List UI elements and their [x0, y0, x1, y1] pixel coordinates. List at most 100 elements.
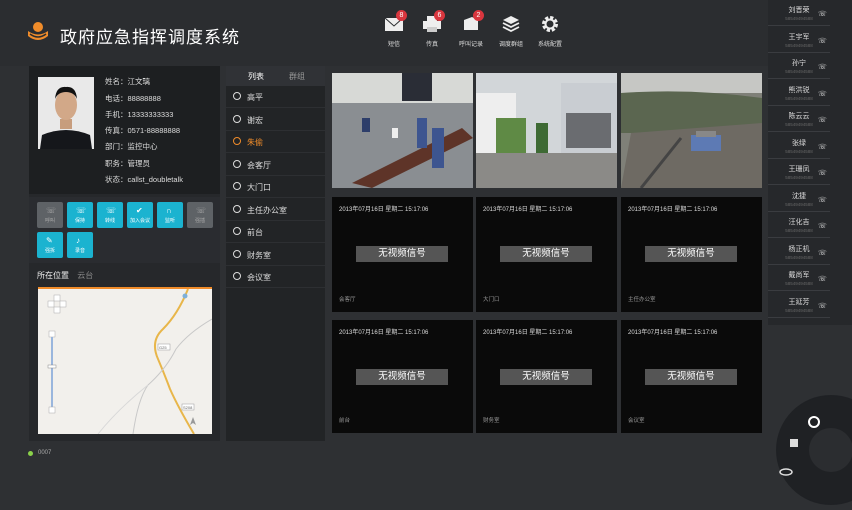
video-location-label: 财务室: [483, 418, 500, 424]
no-signal-label: 无视频信号: [500, 246, 592, 262]
location-map[interactable]: G25 S208: [38, 287, 213, 435]
camera-list-item[interactable]: 主任办公室: [226, 199, 325, 221]
dispatch-group-button[interactable]: 调度群组: [491, 14, 531, 48]
tab-list[interactable]: 列表: [248, 71, 264, 82]
video-tile[interactable]: 2013年07月16日 星期二 15:17:06 无视频信号会客厅: [332, 197, 473, 312]
camera-feed[interactable]: [332, 73, 473, 188]
hold-button[interactable]: ☏ 保持: [67, 202, 93, 228]
dispatch-group-label: 调度群组: [498, 42, 523, 48]
camera-list-item[interactable]: 高平: [226, 86, 325, 108]
phone-call-icon[interactable]: ☏: [818, 302, 827, 310]
video-location-label: 前台: [339, 418, 351, 424]
phone-call-icon[interactable]: ☏: [818, 37, 827, 45]
video-tile[interactable]: 2013年07月16日 星期二 15:17:06 无视频信号 前台: [332, 320, 473, 433]
phone-call-icon[interactable]: ☏: [818, 249, 827, 257]
phone-call-icon[interactable]: ☏: [818, 196, 827, 204]
transfer-button[interactable]: ☏ 转线: [97, 202, 123, 228]
contact-item[interactable]: 戴尚军 58549494588 ☏: [768, 266, 830, 291]
microphone-icon: ♪: [76, 236, 80, 245]
online-dot: [28, 451, 33, 456]
monitor-button[interactable]: ∩ 监听: [157, 202, 183, 228]
call-log-icon: 2: [460, 10, 484, 34]
contact-item[interactable]: 杨正机 58549494588 ☏: [768, 240, 830, 265]
video-tile[interactable]: 2013年07月16日 星期二 15:17:06 无视频信号 主任办公室: [621, 197, 762, 312]
video-tile[interactable]: 2013年07月16日 星期二 15:17:06 无视频信号财务室: [476, 320, 617, 433]
no-signal-label: 无视频信号: [356, 246, 448, 262]
camera-name: 朱偷: [247, 138, 263, 147]
webcam-icon: [233, 227, 241, 235]
phone-call-icon[interactable]: ☏: [818, 275, 827, 283]
tab-ptz[interactable]: 云台: [77, 271, 93, 280]
record-button[interactable]: ♪ 录音: [67, 232, 93, 258]
contact-item[interactable]: 王延芳 58549494588 ☏: [768, 293, 830, 318]
profile-photo: [38, 77, 94, 149]
system-config-label: 系统配置: [537, 42, 562, 48]
video-location-label: 会客厅: [339, 297, 356, 303]
contact-item[interactable]: 王宇军 58549494588 ☏: [768, 28, 830, 53]
sms-button[interactable]: 8 短信: [374, 10, 414, 48]
camera-list-item[interactable]: 会客厅: [226, 154, 325, 176]
camera-list-item[interactable]: 前台: [226, 221, 325, 243]
phone-hold-icon: ☏: [76, 206, 87, 215]
camera-list-item[interactable]: 会议室: [226, 266, 325, 288]
camera-name: 会客厅: [247, 160, 271, 170]
phone-call-icon[interactable]: ☏: [818, 222, 827, 230]
contact-item[interactable]: 孙宁 58549494588 ☏: [768, 54, 830, 79]
webcam-icon: [233, 114, 241, 123]
tab-location[interactable]: 所在位置: [37, 271, 69, 280]
fax-label: 传真: [425, 42, 438, 48]
camera-feed[interactable]: [476, 73, 617, 188]
phone-call-icon[interactable]: ☏: [818, 116, 827, 124]
printer-icon: 6: [421, 10, 445, 34]
join-conference-button[interactable]: ✔ 加入会议: [127, 202, 153, 228]
phone-call-icon[interactable]: ☏: [818, 10, 827, 18]
phone-call-icon[interactable]: ☏: [818, 90, 827, 98]
video-timestamp: 2013年07月16日 星期二 15:17:06: [483, 330, 573, 336]
profile-fax: 传真：0571-88888888: [105, 126, 181, 135]
call-button[interactable]: ☏ 呼叫: [37, 202, 63, 228]
headset-icon: ∩: [166, 206, 172, 215]
phone-transfer-icon: ☏: [106, 206, 117, 215]
road-label-s208: S208: [183, 405, 193, 410]
contact-item[interactable]: 张绿 58549494588 ☏: [768, 134, 830, 159]
contact-item[interactable]: 陈云云 58549494588 ☏: [768, 107, 830, 132]
webcam-icon: [233, 92, 241, 100]
system-config-button[interactable]: 系统配置: [530, 14, 570, 48]
contact-item[interactable]: 王珊凤 58549494588 ☏: [768, 160, 830, 185]
contact-item[interactable]: 熊洪锐 58549494588 ☏: [768, 81, 830, 106]
phone-icon: ☏: [46, 206, 57, 215]
video-timestamp: 2013年07月16日 星期二 15:17:06: [483, 207, 573, 213]
status-code: 0007: [38, 450, 52, 456]
video-timestamp: 2013年07月16日 星期二 15:17:06: [339, 207, 429, 213]
force-release-button[interactable]: ✎ 强拆: [37, 232, 63, 258]
webcam-icon: [233, 137, 241, 145]
contact-item[interactable]: 汪化吉 58549494588 ☏: [768, 213, 830, 238]
call-log-button[interactable]: 2 呼叫记录: [451, 10, 491, 48]
call-log-label: 呼叫记录: [458, 42, 483, 48]
radial-menu[interactable]: [776, 395, 852, 505]
camera-list-item[interactable]: 财务室: [226, 244, 325, 266]
wrench-icon: ✎: [46, 236, 53, 245]
sms-label: 短信: [387, 42, 400, 48]
check-icon: ✔: [136, 206, 143, 215]
barge-in-button[interactable]: ☏ 强插: [187, 202, 213, 228]
phone-call-icon[interactable]: ☏: [818, 63, 827, 71]
camera-name: 会议室: [247, 273, 271, 282]
camera-feed[interactable]: [621, 73, 762, 188]
no-signal-label: 无视频信号: [500, 369, 592, 385]
video-tile[interactable]: 2013年07月16日 星期二 15:17:06 无视频信号 大门口: [476, 197, 617, 312]
video-tile[interactable]: 2013年07月16日 星期二 15:17:06 无视频信号 会议室: [621, 320, 762, 433]
camera-list-item[interactable]: 谢宏: [226, 109, 325, 131]
webcam-icon: [233, 272, 241, 280]
camera-name: 前台: [247, 228, 263, 237]
phone-call-icon[interactable]: ☏: [818, 169, 827, 177]
fax-button[interactable]: 6 传真: [412, 10, 452, 48]
phone-call-icon[interactable]: ☏: [818, 143, 827, 151]
tab-group[interactable]: 群组: [289, 71, 305, 82]
camera-list-item[interactable]: 朱偷: [226, 131, 325, 153]
contact-item[interactable]: 沈捷 58549494588 ☏: [768, 187, 830, 212]
contact-item[interactable]: 刘晋荣 58549494588 ☏: [768, 1, 830, 26]
camera-list-item[interactable]: 大门口: [226, 176, 325, 198]
no-signal-label: 无视频信号: [356, 369, 448, 385]
video-location-label: 主任办公室: [628, 297, 656, 303]
